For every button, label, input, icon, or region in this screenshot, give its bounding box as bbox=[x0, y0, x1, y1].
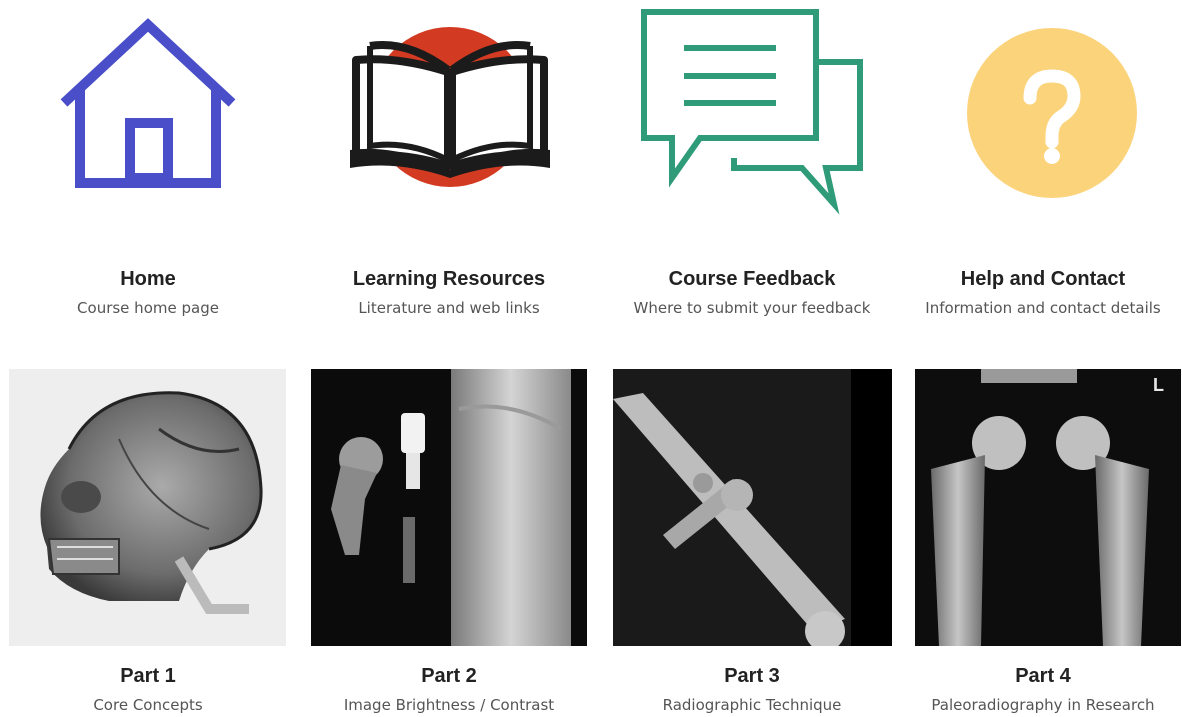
tile-home[interactable]: Home Course home page bbox=[0, 0, 296, 330]
tile-title: Learning Resources bbox=[352, 268, 546, 290]
tile-course-feedback[interactable]: Course Feedback Where to submit your fee… bbox=[602, 0, 902, 330]
speech-bubbles-icon bbox=[641, 9, 863, 215]
tile-title: Part 4 bbox=[1015, 665, 1071, 687]
open-book-icon bbox=[350, 27, 550, 187]
tile-subtitle: Where to submit your feedback bbox=[633, 299, 871, 317]
tile-title: Home bbox=[120, 268, 176, 290]
skull-xray-image bbox=[9, 369, 286, 646]
tile-title: Part 1 bbox=[120, 665, 176, 687]
tile-title: Part 2 bbox=[421, 665, 477, 687]
question-mark-icon bbox=[967, 28, 1137, 198]
house-icon bbox=[60, 18, 236, 188]
tile-part-4[interactable]: L Part 4 Paleoradiography in Research bbox=[904, 369, 1182, 717]
tile-subtitle: Paleoradiography in Research bbox=[931, 696, 1155, 714]
marker-letter: L bbox=[1153, 375, 1164, 395]
crossed-femur-xray-image bbox=[613, 369, 892, 646]
femur-implant-xray-image bbox=[311, 369, 587, 646]
tile-subtitle: Literature and web links bbox=[358, 299, 540, 317]
tile-subtitle: Image Brightness / Contrast bbox=[343, 696, 555, 714]
tile-help-contact[interactable]: Help and Contact Information and contact… bbox=[904, 0, 1182, 330]
tile-subtitle: Information and contact details bbox=[925, 299, 1161, 317]
tile-learning-resources[interactable]: Learning Resources Literature and web li… bbox=[298, 0, 600, 330]
tile-subtitle: Course home page bbox=[77, 299, 219, 317]
tile-part-2[interactable]: Part 2 Image Brightness / Contrast bbox=[298, 369, 600, 717]
paired-femurs-xray-image: L bbox=[915, 369, 1181, 646]
tile-part-3[interactable]: Part 3 Radiographic Technique bbox=[602, 369, 902, 717]
tile-title: Part 3 bbox=[724, 665, 780, 687]
tile-subtitle: Core Concepts bbox=[93, 696, 203, 714]
tile-title: Help and Contact bbox=[960, 268, 1126, 290]
tile-title: Course Feedback bbox=[668, 268, 836, 290]
tile-subtitle: Radiographic Technique bbox=[662, 696, 842, 714]
tile-part-1[interactable]: Part 1 Core Concepts bbox=[0, 369, 296, 717]
